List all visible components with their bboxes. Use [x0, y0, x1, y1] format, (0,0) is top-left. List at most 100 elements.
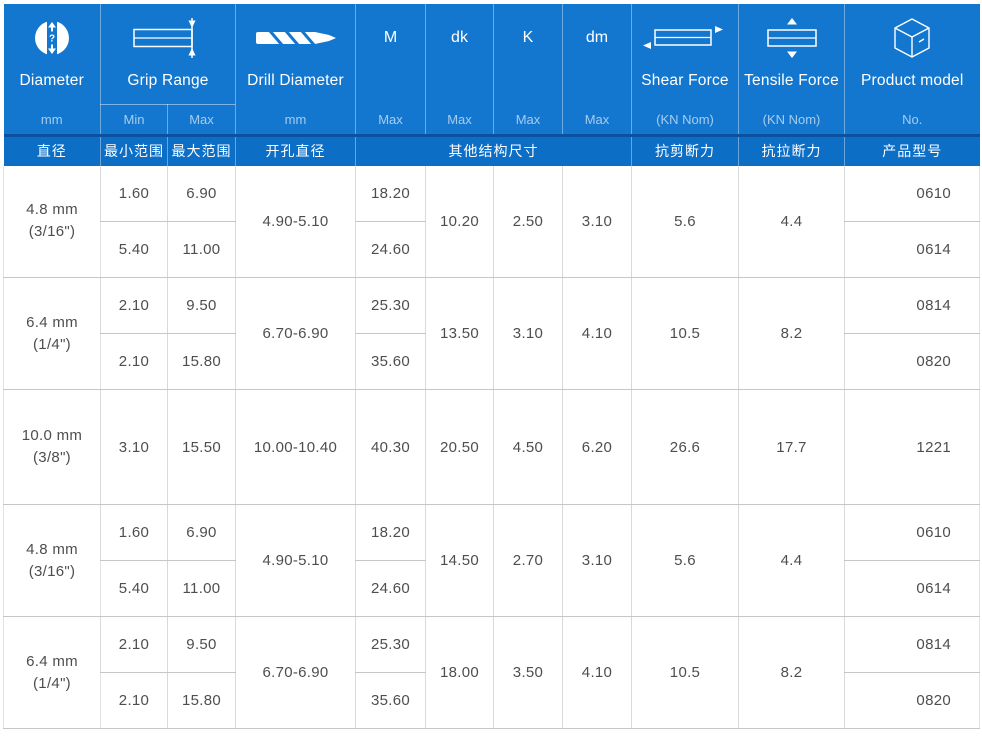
cell-shear: 10.5 [632, 278, 739, 390]
drill-bit-icon [236, 4, 355, 72]
drill-diameter-label: Drill Diameter [236, 72, 355, 104]
cell-grip-max: 11.00 [168, 561, 236, 617]
cn-header-product: 产品型号 [845, 136, 980, 166]
cn-header-grip-min: 最小范围 [101, 136, 168, 166]
cell-dm: 4.10 [563, 617, 632, 729]
product-model-label: Product model [845, 72, 980, 104]
cell-k: 4.50 [494, 390, 563, 505]
cell-dk: 13.50 [426, 278, 494, 390]
cell-tensile: 8.2 [739, 617, 845, 729]
cell-drill: 4.90-5.10 [236, 166, 356, 278]
cell-diameter: 4.8 mm(3/16") [4, 505, 101, 617]
cell-tensile: 17.7 [739, 390, 845, 505]
grip-range-icon [101, 4, 235, 72]
cn-header-diameter: 直径 [4, 136, 101, 166]
sub-label-k-max: Max [494, 105, 563, 136]
tensile-force-label: Tensile Force [739, 72, 844, 104]
table-row: 4.8 mm(3/16") 1.60 6.90 4.90-5.10 18.20 … [4, 505, 980, 561]
cell-grip-min: 1.60 [101, 505, 168, 561]
cell-m: 18.20 [356, 505, 426, 561]
tensile-force-icon [739, 4, 844, 72]
cell-k: 2.50 [494, 166, 563, 278]
cell-model: 0820 [845, 673, 980, 729]
cell-m: 24.60 [356, 561, 426, 617]
cn-header-other-dims: 其他结构尺寸 [356, 136, 632, 166]
dm-label: dm [586, 29, 608, 47]
cell-model: 1221 [845, 390, 980, 505]
cell-dk: 18.00 [426, 617, 494, 729]
cell-m: 25.30 [356, 278, 426, 334]
table-row: 6.4 mm(1/4") 2.10 9.50 6.70-6.90 25.30 1… [4, 617, 980, 673]
cn-header-drill: 开孔直径 [236, 136, 356, 166]
cell-grip-min: 5.40 [101, 222, 168, 278]
cell-drill: 4.90-5.10 [236, 505, 356, 617]
cell-grip-max: 11.00 [168, 222, 236, 278]
cell-dk: 14.50 [426, 505, 494, 617]
cell-drill: 6.70-6.90 [236, 617, 356, 729]
sub-label-diameter-unit: mm [4, 105, 101, 136]
cell-grip-max: 15.50 [168, 390, 236, 505]
cell-grip-min: 3.10 [101, 390, 168, 505]
col-header-diameter: ? Diameter [4, 4, 101, 105]
cell-diameter: 4.8 mm(3/16") [4, 166, 101, 278]
cell-dk: 20.50 [426, 390, 494, 505]
col-header-grip-range: Grip Range [101, 4, 236, 105]
table-body: 4.8 mm(3/16") 1.60 6.90 4.90-5.10 18.20 … [4, 166, 980, 729]
cell-shear: 10.5 [632, 617, 739, 729]
rivet-spec-table: ? Diameter [3, 4, 980, 729]
col-header-m: M [356, 4, 426, 105]
sub-label-grip-min: Min [101, 105, 168, 136]
cn-header-shear: 抗剪断力 [632, 136, 739, 166]
sub-label-m-max: Max [356, 105, 426, 136]
cell-diameter: 6.4 mm(1/4") [4, 617, 101, 729]
spec-sheet-page: ? Diameter [0, 4, 982, 743]
col-header-drill-diameter: Drill Diameter [236, 4, 356, 105]
cell-k: 3.10 [494, 278, 563, 390]
cell-m: 35.60 [356, 673, 426, 729]
cell-model: 0614 [845, 222, 980, 278]
cell-drill: 6.70-6.90 [236, 278, 356, 390]
shear-force-icon [632, 4, 738, 72]
cell-tensile: 8.2 [739, 278, 845, 390]
cell-drill: 10.00-10.40 [236, 390, 356, 505]
sub-label-product-no: No. [845, 105, 980, 136]
cell-grip-max: 9.50 [168, 617, 236, 673]
cell-dk: 10.20 [426, 166, 494, 278]
cell-grip-min: 2.10 [101, 617, 168, 673]
cell-m: 35.60 [356, 334, 426, 390]
cell-model: 0614 [845, 561, 980, 617]
sub-label-grip-max: Max [168, 105, 236, 136]
col-header-dm: dm [563, 4, 632, 105]
cell-m: 18.20 [356, 166, 426, 222]
table-row: 4.8 mm(3/16") 1.60 6.90 4.90-5.10 18.20 … [4, 166, 980, 222]
sub-label-dk-max: Max [426, 105, 494, 136]
cell-model: 0610 [845, 505, 980, 561]
dk-label: dk [451, 29, 468, 47]
cell-grip-min: 2.10 [101, 334, 168, 390]
cell-grip-max: 15.80 [168, 334, 236, 390]
cell-grip-min: 5.40 [101, 561, 168, 617]
table-header: ? Diameter [4, 4, 980, 166]
sub-label-dm-max: Max [563, 105, 632, 136]
cell-shear: 5.6 [632, 505, 739, 617]
cell-diameter: 6.4 mm(1/4") [4, 278, 101, 390]
cell-model: 0814 [845, 617, 980, 673]
table-row: 10.0 mm(3/8") 3.10 15.50 10.00-10.40 40.… [4, 390, 980, 505]
col-header-tensile-force: Tensile Force [739, 4, 845, 105]
col-header-dk: dk [426, 4, 494, 105]
cell-grip-min: 1.60 [101, 166, 168, 222]
cell-model: 0814 [845, 278, 980, 334]
cell-grip-max: 9.50 [168, 278, 236, 334]
cell-grip-min: 2.10 [101, 278, 168, 334]
cell-diameter: 10.0 mm(3/8") [4, 390, 101, 505]
cell-dm: 4.10 [563, 278, 632, 390]
diameter-icon: ? [4, 4, 101, 72]
sub-label-drill-unit: mm [236, 105, 356, 136]
cell-grip-max: 6.90 [168, 505, 236, 561]
cell-m: 25.30 [356, 617, 426, 673]
cell-k: 2.70 [494, 505, 563, 617]
cn-header-grip-max: 最大范围 [168, 136, 236, 166]
cell-m: 40.30 [356, 390, 426, 505]
cell-tensile: 4.4 [739, 505, 845, 617]
cell-grip-max: 15.80 [168, 673, 236, 729]
